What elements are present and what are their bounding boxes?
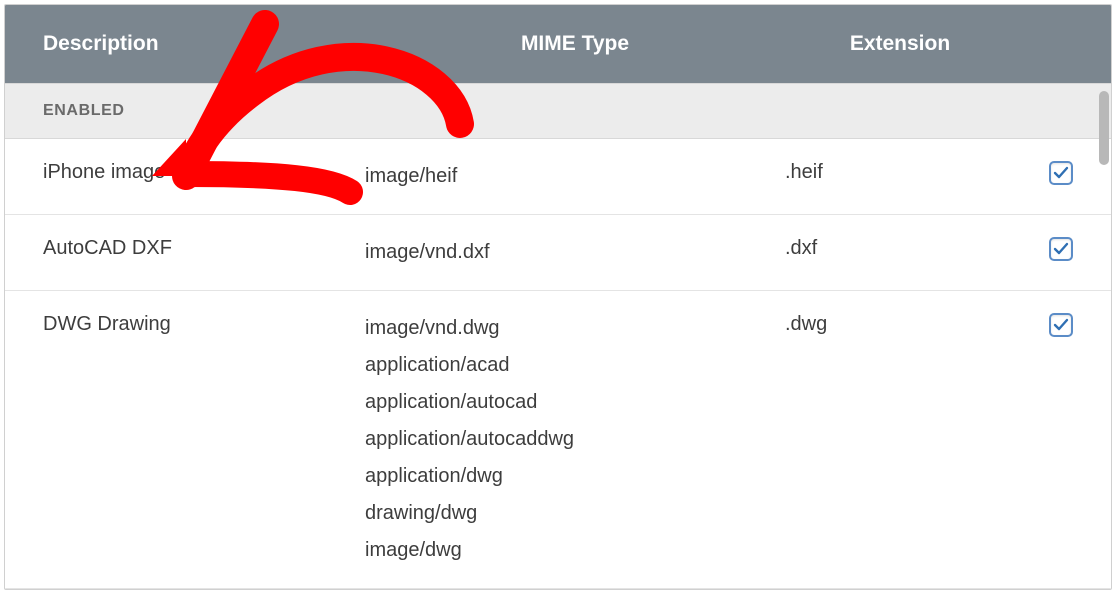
check-icon: [1053, 317, 1069, 333]
enable-checkbox[interactable]: [1049, 237, 1073, 261]
row-description: iPhone image: [5, 161, 365, 184]
mime-types-table: Description MIME Type Extension ENABLED …: [4, 4, 1112, 590]
header-description: Description: [5, 32, 365, 56]
row-description: DWG Drawing: [5, 313, 365, 336]
header-mime: MIME Type: [365, 32, 785, 56]
row-extension: .dxf: [785, 237, 1015, 260]
table-header: Description MIME Type Extension: [5, 5, 1111, 83]
section-enabled: ENABLED: [5, 83, 1111, 139]
enable-checkbox[interactable]: [1049, 161, 1073, 185]
check-icon: [1053, 241, 1069, 257]
header-extension: Extension: [785, 32, 1015, 56]
row-extension: .dwg: [785, 313, 1015, 336]
row-extension: .heif: [785, 161, 1015, 184]
table-row: DWG Drawing image/vnd.dwg application/ac…: [5, 291, 1111, 589]
row-mime: image/heif: [365, 161, 785, 192]
table-row: iPhone image image/heif .heif: [5, 139, 1111, 215]
row-mime: image/vnd.dwg application/acad applicati…: [365, 313, 785, 566]
table-row: AutoCAD DXF image/vnd.dxf .dxf: [5, 215, 1111, 291]
row-mime: image/vnd.dxf: [365, 237, 785, 268]
check-icon: [1053, 165, 1069, 181]
scrollbar-thumb[interactable]: [1099, 91, 1109, 165]
row-description: AutoCAD DXF: [5, 237, 365, 260]
enable-checkbox[interactable]: [1049, 313, 1073, 337]
